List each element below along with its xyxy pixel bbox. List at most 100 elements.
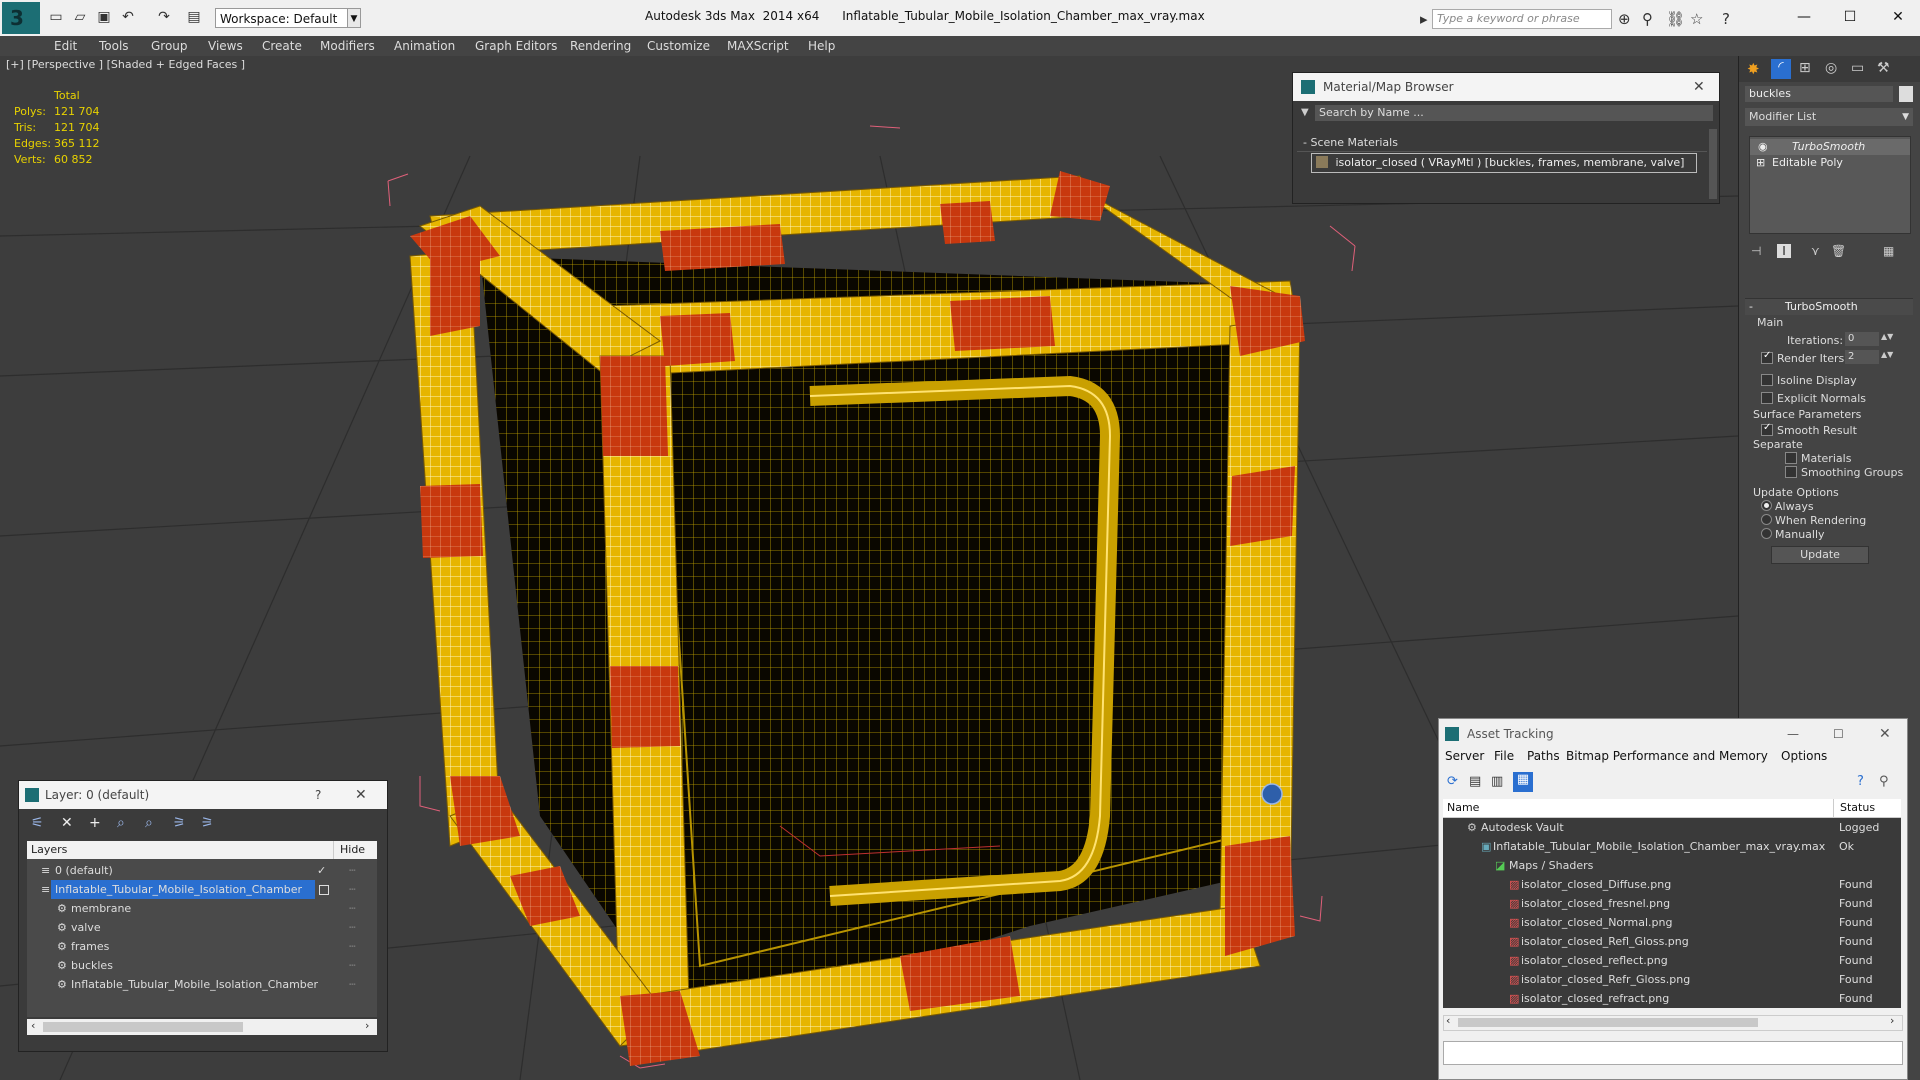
close-icon[interactable]: ✕ [1884, 6, 1912, 28]
close-icon[interactable]: ✕ [1693, 73, 1705, 101]
status-column-header[interactable]: Status [1833, 799, 1875, 817]
asset-path-field[interactable] [1443, 1041, 1903, 1065]
layer-row-chamber[interactable]: ≡ Inflatable_Tubular_Mobile_Isolation_Ch… [29, 880, 374, 899]
create-layer-icon[interactable]: ⚟ [31, 815, 44, 831]
hide-toggle-icon[interactable]: ┄ [349, 937, 356, 956]
expand-arrow-icon[interactable]: ▸ [1420, 10, 1428, 28]
menu-file[interactable]: File [1494, 749, 1514, 763]
configure-sets-icon[interactable]: ▦ [1883, 244, 1894, 258]
object-row-frames[interactable]: ⚙ frames ┄ [29, 937, 374, 956]
menu-server[interactable]: Server [1445, 749, 1484, 763]
asset-row-bitmap[interactable]: ▨ isolator_closed_fresnel.png Found [1443, 894, 1901, 913]
hide-toggle-icon[interactable]: ┄ [349, 975, 356, 994]
stack-item-turbosmooth[interactable]: ◉ TurboSmooth [1750, 139, 1910, 155]
thumbnail-view-icon[interactable]: ▥ [1491, 774, 1503, 789]
scrollbar-thumb[interactable] [1458, 1018, 1758, 1027]
isoline-display-checkbox[interactable] [1761, 374, 1773, 386]
render-iters-spinner[interactable]: 2 [1845, 350, 1879, 364]
workspace-dropdown[interactable]: Workspace: Default [215, 8, 359, 28]
spinner-arrows-icon[interactable]: ▲▼ [1881, 350, 1893, 359]
menu-graph-editors[interactable]: Graph Editors [475, 39, 557, 53]
update-always-radio[interactable] [1761, 500, 1772, 511]
select-objects-icon[interactable]: ⌕ [117, 815, 125, 831]
binoculars-icon[interactable]: ⊕ [1618, 10, 1631, 28]
display-tab-icon[interactable]: ▭ [1851, 60, 1864, 76]
stack-item-editable-poly[interactable]: ⊞ Editable Poly [1750, 155, 1910, 171]
update-when-rendering-radio[interactable] [1761, 514, 1772, 525]
viewport-label[interactable]: [+] [Perspective ] [Shaded + Edged Faces… [6, 58, 245, 71]
help-icon[interactable]: ? [1857, 774, 1864, 789]
hierarchy-tab-icon[interactable]: ⊞ [1799, 60, 1811, 76]
modifier-list-dropdown[interactable]: Modifier List ▼ [1745, 108, 1913, 126]
asset-row-bitmap[interactable]: ▨ isolator_closed_Diffuse.png Found [1443, 875, 1901, 894]
chevron-down-icon[interactable]: ▼ [347, 8, 361, 28]
asset-row-bitmap[interactable]: ▨ isolator_closed_reflect.png Found [1443, 951, 1901, 970]
create-tab-icon[interactable]: ✸ [1747, 60, 1760, 78]
help-icon[interactable]: ? [315, 781, 321, 809]
iterations-spinner[interactable]: 0 [1845, 332, 1879, 346]
object-row-buckles[interactable]: ⚙ buckles ┄ [29, 956, 374, 975]
smooth-result-checkbox[interactable] [1761, 422, 1773, 436]
delete-layer-icon[interactable]: ✕ [61, 815, 73, 831]
pin-stack-icon[interactable]: ⊣ [1751, 244, 1761, 258]
hide-toggle-icon[interactable]: ┄ [349, 918, 356, 937]
asset-row-bitmap[interactable]: ▨ isolator_closed_refract.png Found [1443, 989, 1901, 1008]
show-end-result-icon[interactable]: I [1777, 244, 1791, 258]
modify-tab-icon[interactable]: ◜ [1771, 59, 1791, 79]
hide-column-header[interactable]: Hide [333, 841, 365, 859]
search-input[interactable]: Type a keyword or phrase [1432, 9, 1612, 29]
hide-toggle-icon[interactable]: ┄ [349, 880, 356, 899]
refresh-icon[interactable]: ⟳ [1447, 774, 1458, 789]
add-to-layer-icon[interactable]: + [89, 815, 101, 831]
asset-row-bitmap[interactable]: ▨ isolator_closed_Normal.png Found [1443, 913, 1901, 932]
asset-tracking-titlebar[interactable]: Asset Tracking — ☐ ✕ [1439, 719, 1907, 749]
remove-modifier-icon[interactable]: 🗑 [1831, 244, 1846, 258]
maximize-icon[interactable]: ☐ [1833, 719, 1844, 749]
separate-smoothing-groups-checkbox[interactable] [1785, 466, 1797, 478]
scroll-left-icon[interactable]: ‹ [31, 1019, 35, 1032]
menu-edit[interactable]: Edit [54, 39, 77, 53]
menu-bitmap-performance[interactable]: Bitmap Performance and Memory [1566, 749, 1768, 763]
menu-views[interactable]: Views [208, 39, 243, 53]
close-icon[interactable]: ✕ [1879, 719, 1891, 749]
highlight-selected-icon[interactable]: ⌕ [145, 815, 153, 831]
menu-group[interactable]: Group [151, 39, 188, 53]
menu-arrow-icon[interactable]: ▼ [1301, 107, 1309, 118]
undo-icon[interactable]: ↶ [120, 9, 136, 25]
update-button[interactable]: Update [1771, 546, 1869, 564]
make-unique-icon[interactable]: ⋎ [1811, 244, 1820, 258]
layer-row-default[interactable]: ≡ 0 (default) ✓ ┄ [29, 861, 374, 880]
menu-tools[interactable]: Tools [99, 39, 129, 53]
scrollbar-thumb[interactable] [43, 1022, 243, 1032]
material-browser-scrollbar[interactable] [1709, 129, 1717, 199]
update-manually-radio[interactable] [1761, 528, 1772, 539]
object-name-input[interactable]: buckles [1745, 86, 1893, 102]
expand-icon[interactable]: ⊞ [1750, 156, 1765, 169]
layer-panel-titlebar[interactable]: Layer: 0 (default) ? ✕ [19, 781, 387, 809]
motion-tab-icon[interactable]: ◎ [1825, 60, 1837, 76]
material-browser-titlebar[interactable]: Material/Map Browser ✕ [1293, 73, 1719, 101]
separate-materials-checkbox[interactable] [1785, 452, 1797, 464]
freeze-all-icon[interactable]: ⚞ [201, 815, 214, 831]
menu-maxscript[interactable]: MAXScript [727, 39, 789, 53]
key-icon[interactable]: ⚲ [1642, 10, 1653, 28]
hide-toggle-icon[interactable]: ┄ [349, 899, 356, 918]
scroll-right-icon[interactable]: › [1890, 1014, 1894, 1027]
menu-customize[interactable]: Customize [647, 39, 710, 53]
open-file-icon[interactable]: ▱ [72, 9, 88, 25]
asset-row-max-file[interactable]: ▣ Inflatable_Tubular_Mobile_Isolation_Ch… [1443, 837, 1901, 856]
asset-row-bitmap[interactable]: ▨ isolator_closed_Refl_Gloss.png Found [1443, 932, 1901, 951]
minimize-icon[interactable]: — [1787, 719, 1799, 749]
utilities-tab-icon[interactable]: ⚒ [1877, 60, 1890, 76]
menu-animation[interactable]: Animation [394, 39, 455, 53]
asset-row-vault[interactable]: ⚙ Autodesk Vault Logged Out [1443, 818, 1901, 853]
hide-toggle-icon[interactable]: ┄ [349, 861, 356, 880]
app-logo-icon[interactable]: 3 [2, 2, 40, 34]
help-icon[interactable]: ? [1722, 10, 1730, 28]
redo-icon[interactable]: ↷ [156, 9, 172, 25]
new-file-icon[interactable]: ▭ [48, 9, 64, 25]
lightbulb-icon[interactable]: ◉ [1750, 140, 1768, 153]
project-folder-icon[interactable]: ▤ [186, 9, 202, 25]
close-icon[interactable]: ✕ [355, 781, 367, 809]
material-item[interactable]: isolator_closed ( VRayMtl ) [buckles, fr… [1311, 153, 1697, 173]
